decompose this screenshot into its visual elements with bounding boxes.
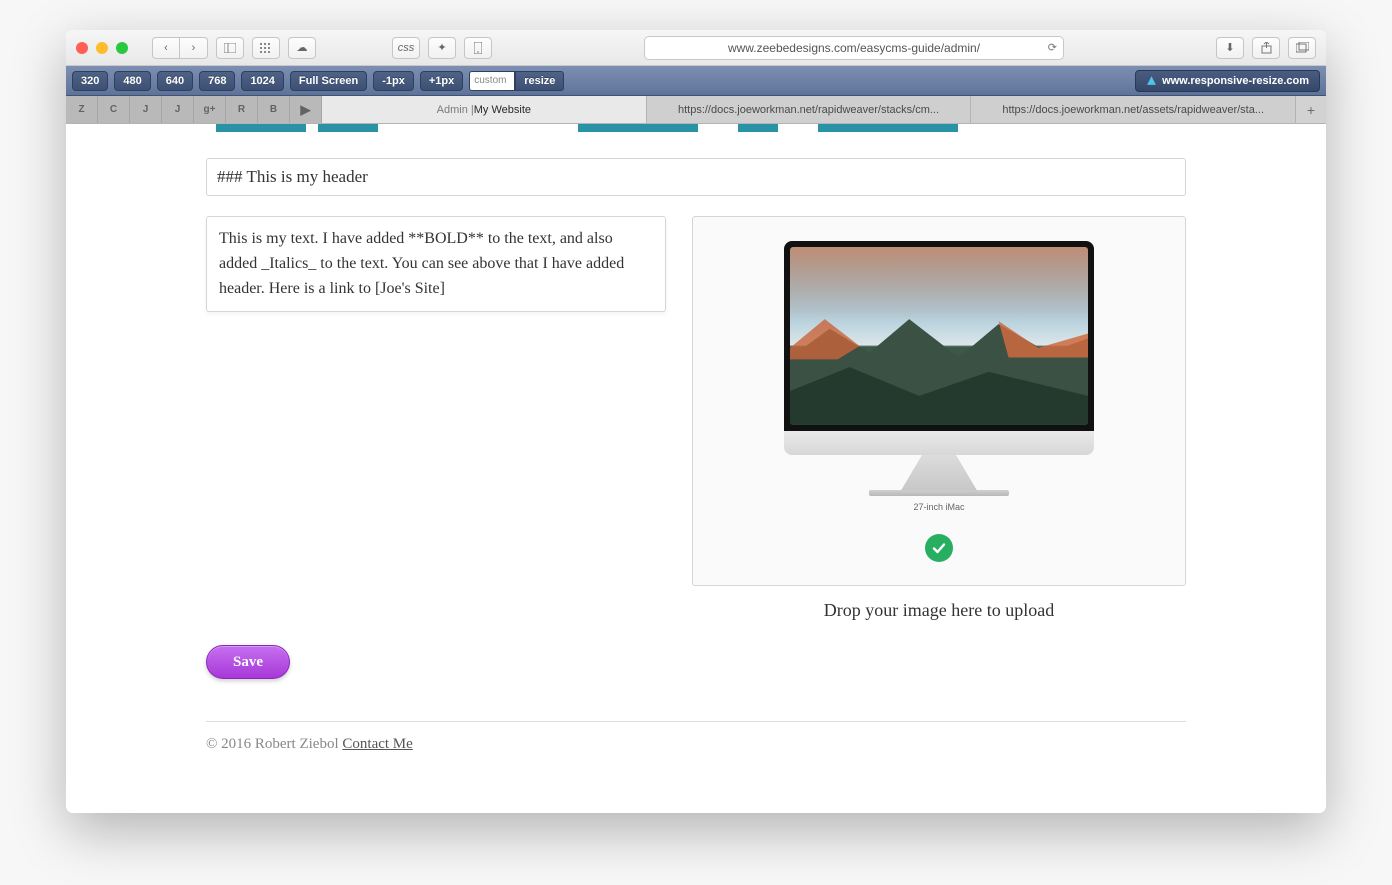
fav-r[interactable]: R [226, 96, 258, 123]
zoom-icon[interactable] [116, 42, 128, 54]
url-text: www.zeebedesigns.com/easycms-guide/admin… [728, 41, 980, 55]
reload-icon[interactable]: ⟳ [1048, 41, 1057, 54]
brand-icon [1146, 75, 1157, 86]
image-caption: 27-inch iMac [784, 502, 1094, 512]
page-content: This is my text. I have added **BOLD** t… [66, 124, 1326, 813]
minimize-icon[interactable] [96, 42, 108, 54]
plus-px-button[interactable]: +1px [420, 71, 463, 91]
uploaded-image-preview: 27-inch iMac [784, 241, 1094, 512]
save-button[interactable]: Save [206, 645, 290, 679]
titlebar: ‹ › ☁︎ css ✦ www.zeebedesigns.com/easycm… [66, 30, 1326, 66]
wand-ext-button[interactable]: ✦ [428, 37, 456, 59]
tabs-icon[interactable] [1288, 37, 1316, 59]
fav-j2[interactable]: J [162, 96, 194, 123]
forward-button[interactable]: › [180, 37, 208, 59]
responsive-toolbar: 320 480 640 768 1024 Full Screen -1px +1… [66, 66, 1326, 96]
fav-gplus[interactable]: g+ [194, 96, 226, 123]
sidebar-toggle-button[interactable] [216, 37, 244, 59]
new-tab-button[interactable]: + [1296, 96, 1326, 123]
minus-px-button[interactable]: -1px [373, 71, 414, 91]
css-ext-button[interactable]: css [392, 37, 420, 59]
fullscreen-button[interactable]: Full Screen [290, 71, 367, 91]
tab-docs-stacks[interactable]: https://docs.joeworkman.net/rapidweaver/… [647, 96, 972, 123]
body-textarea[interactable]: This is my text. I have added **BOLD** t… [206, 216, 666, 312]
size-480-button[interactable]: 480 [114, 71, 150, 91]
fav-z[interactable]: Z [66, 96, 98, 123]
fav-youtube[interactable]: ▶ [290, 96, 322, 123]
address-bar[interactable]: www.zeebedesigns.com/easycms-guide/admin… [644, 36, 1064, 60]
browser-window: ‹ › ☁︎ css ✦ www.zeebedesigns.com/easycm… [66, 30, 1326, 813]
tab-admin[interactable]: Admin | My Website [322, 96, 647, 123]
tab-docs-assets[interactable]: https://docs.joeworkman.net/assets/rapid… [971, 96, 1296, 123]
size-768-button[interactable]: 768 [199, 71, 235, 91]
size-640-button[interactable]: 640 [157, 71, 193, 91]
grid-icon[interactable] [252, 37, 280, 59]
size-320-button[interactable]: 320 [72, 71, 108, 91]
cloud-icon[interactable]: ☁︎ [288, 37, 316, 59]
header-input[interactable] [206, 158, 1186, 196]
back-button[interactable]: ‹ [152, 37, 180, 59]
check-icon [925, 534, 953, 562]
close-icon[interactable] [76, 42, 88, 54]
dropzone-label: Drop your image here to upload [692, 600, 1186, 621]
tabbar: Z C J J g+ R B ▶ Admin | My Website http… [66, 96, 1326, 124]
decorative-strip [66, 124, 1326, 132]
fav-c[interactable]: C [98, 96, 130, 123]
footer: © 2016 Robert Ziebol Contact Me [206, 721, 1186, 753]
custom-size-input[interactable]: custom [469, 71, 515, 91]
download-icon[interactable]: ⬇ [1216, 37, 1244, 59]
share-icon[interactable] [1252, 37, 1280, 59]
copyright-text: © 2016 Robert Ziebol [206, 736, 342, 752]
resize-button[interactable]: resize [515, 71, 564, 91]
fav-b[interactable]: B [258, 96, 290, 123]
contact-link[interactable]: Contact Me [342, 736, 412, 752]
size-1024-button[interactable]: 1024 [241, 71, 283, 91]
brand-link[interactable]: www.responsive-resize.com [1135, 70, 1320, 92]
fav-j1[interactable]: J [130, 96, 162, 123]
device-ext-button[interactable] [464, 37, 492, 59]
image-dropzone[interactable]: 27-inch iMac [692, 216, 1186, 586]
